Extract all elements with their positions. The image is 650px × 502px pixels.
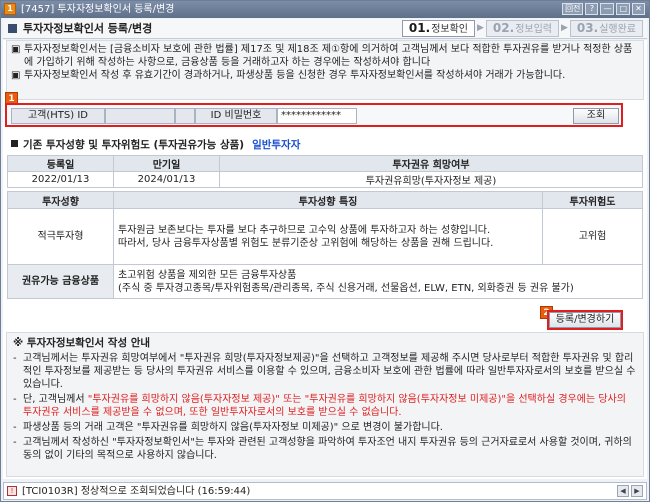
notice-line: ▣ 투자자정보확인서 작성 후 유효기간이 경과하거나, 파생상품 등을 신청한 …: [11, 70, 566, 81]
customer-id-blank: [175, 108, 195, 124]
guide-item: - 고객님께서는 투자권유 희망여부에서 "투자권유 희망(투자자정보제공)"을 …: [13, 353, 636, 390]
recommendation-preference: 투자권유희망(투자자정보 제공): [219, 171, 643, 188]
box-bullet-icon: ▣: [11, 70, 21, 81]
existing-section-title: 기존 투자성향 및 투자위험도 (투자권유가능 상품) 일반투자자: [11, 137, 300, 152]
password-input[interactable]: ************: [277, 108, 357, 124]
title-bar[interactable]: 1 [7457] 투자자정보확인서 등록/변경 回전 ? — □ ✕: [1, 1, 649, 18]
password-label: ID 비밀번호: [195, 108, 277, 124]
table-header-row: 등록일 만기일 투자권유 희망여부: [7, 155, 643, 172]
app-icon: 1: [4, 3, 16, 15]
investor-type-tag: 일반투자자: [252, 139, 301, 151]
guide-item: - 고객님께서 작성하신 "투자자정보확인서"는 투자와 관련된 고객성향을 파악…: [13, 437, 632, 461]
step-arrow-icon: ▶: [561, 23, 568, 33]
register-highlight: 등록/변경하기: [547, 310, 623, 330]
status-message: [TCI0103R] 정상적으로 조회되었습니다 (16:59:44): [22, 486, 251, 497]
register-change-button[interactable]: 등록/변경하기: [549, 312, 621, 328]
guide-title: ※ 투자자정보확인서 작성 안내: [13, 337, 151, 349]
link-window-button[interactable]: 回전: [562, 3, 584, 15]
propensity-value: 적극투자형: [7, 208, 114, 265]
box-bullet-icon: ▣: [11, 44, 21, 55]
guide-box: ※ 투자자정보확인서 작성 안내 - 고객님께서는 투자권유 희망여부에서 "투자…: [6, 332, 644, 477]
status-info-icon: !: [7, 486, 17, 496]
square-bullet-icon: [11, 140, 18, 147]
square-bullet-icon: [8, 24, 17, 33]
column-header: 투자권유 희망여부: [219, 155, 643, 172]
risk-level-value: 고위험: [542, 208, 643, 265]
scroll-left-icon[interactable]: ◀: [617, 485, 629, 497]
maximize-button[interactable]: □: [616, 3, 630, 15]
notice-line: ▣ 투자자정보확인서는 [금융소비자 보호에 관한 법률] 제17조 및 제18조…: [11, 44, 633, 68]
propensity-description: 투자원금 보존보다는 투자를 보다 추구하므로 고수익 상품에 투자하고자 하는…: [113, 208, 543, 265]
step-indicator: 01.정보확인 ▶ 02.정보입력 ▶ 03.실행완료: [401, 20, 643, 37]
query-button[interactable]: 조회: [573, 108, 619, 124]
table-row: 권유가능 금융상품 초고위험 상품을 제외한 모든 금융투자상품 (주식 중 투…: [7, 264, 643, 299]
window-controls: 回전 ? — □ ✕: [562, 3, 645, 15]
allowed-products-description: 초고위험 상품을 제외한 모든 금융투자상품 (주식 중 투자경고종목/투자위험…: [113, 264, 643, 299]
step-3: 03.실행완료: [569, 20, 643, 37]
close-button[interactable]: ✕: [632, 3, 645, 15]
expiry-date: 2024/01/13: [113, 171, 220, 188]
table-row: 적극투자형 투자원금 보존보다는 투자를 보다 추구하므로 고수익 상품에 투자…: [7, 208, 643, 265]
column-header: 투자성향: [7, 191, 114, 209]
customer-id-label: 고객(HTS) ID: [11, 108, 105, 124]
step-2: 02.정보입력: [485, 20, 559, 37]
guide-item: - 단, 고객님께서 "투자권유를 희망하지 않음(투자자정보 제공)" 또는 "…: [13, 394, 626, 418]
customer-id-input[interactable]: [105, 108, 175, 124]
notice-box: ▣ 투자자정보확인서는 [금융소비자 보호에 관한 법률] 제17조 및 제18조…: [6, 40, 644, 100]
search-panel: 고객(HTS) ID ID 비밀번호 ************ 조회: [5, 103, 623, 127]
column-header: 등록일: [7, 155, 114, 172]
column-header: 만기일: [113, 155, 220, 172]
step-1: 01.정보확인: [401, 20, 475, 37]
scroll-right-icon[interactable]: ▶: [631, 485, 643, 497]
page-header: 투자자정보확인서 등록/변경 01.정보확인 ▶ 02.정보입력 ▶ 03.실행…: [3, 19, 647, 39]
help-button[interactable]: ?: [585, 3, 599, 15]
step-arrow-icon: ▶: [477, 23, 484, 33]
main-content: ▣ 투자자정보확인서는 [금융소비자 보호에 관한 법률] 제17조 및 제18조…: [3, 40, 647, 479]
column-header: 투자성향 특징: [113, 191, 543, 209]
registered-date: 2022/01/13: [7, 171, 114, 188]
status-bar: ! [TCI0103R] 정상적으로 조회되었습니다 (16:59:44) ◀ …: [3, 482, 647, 500]
app-window: 1 [7457] 투자자정보확인서 등록/변경 回전 ? — □ ✕ 투자자정보…: [0, 0, 650, 502]
propensity-table: 투자성향 투자성향 특징 투자위험도 적극투자형 투자원금 보존보다는 투자를 …: [7, 191, 643, 299]
table-header-row: 투자성향 투자성향 특징 투자위험도: [7, 191, 643, 209]
window-title: [7457] 투자자정보확인서 등록/변경: [21, 4, 175, 15]
minimize-button[interactable]: —: [600, 3, 615, 15]
allowed-products-label: 권유가능 금융상품: [7, 264, 114, 299]
table-row: 2022/01/13 2024/01/13 투자권유희망(투자자정보 제공): [7, 171, 643, 188]
guide-item: - 파생상품 등의 거래 고객은 "투자권유를 희망하지 않음(투자자정보 미제공…: [13, 422, 443, 433]
page-title: 투자자정보확인서 등록/변경: [23, 22, 153, 35]
column-header: 투자위험도: [542, 191, 643, 209]
summary-table: 등록일 만기일 투자권유 희망여부 2022/01/13 2024/01/13 …: [7, 155, 643, 188]
